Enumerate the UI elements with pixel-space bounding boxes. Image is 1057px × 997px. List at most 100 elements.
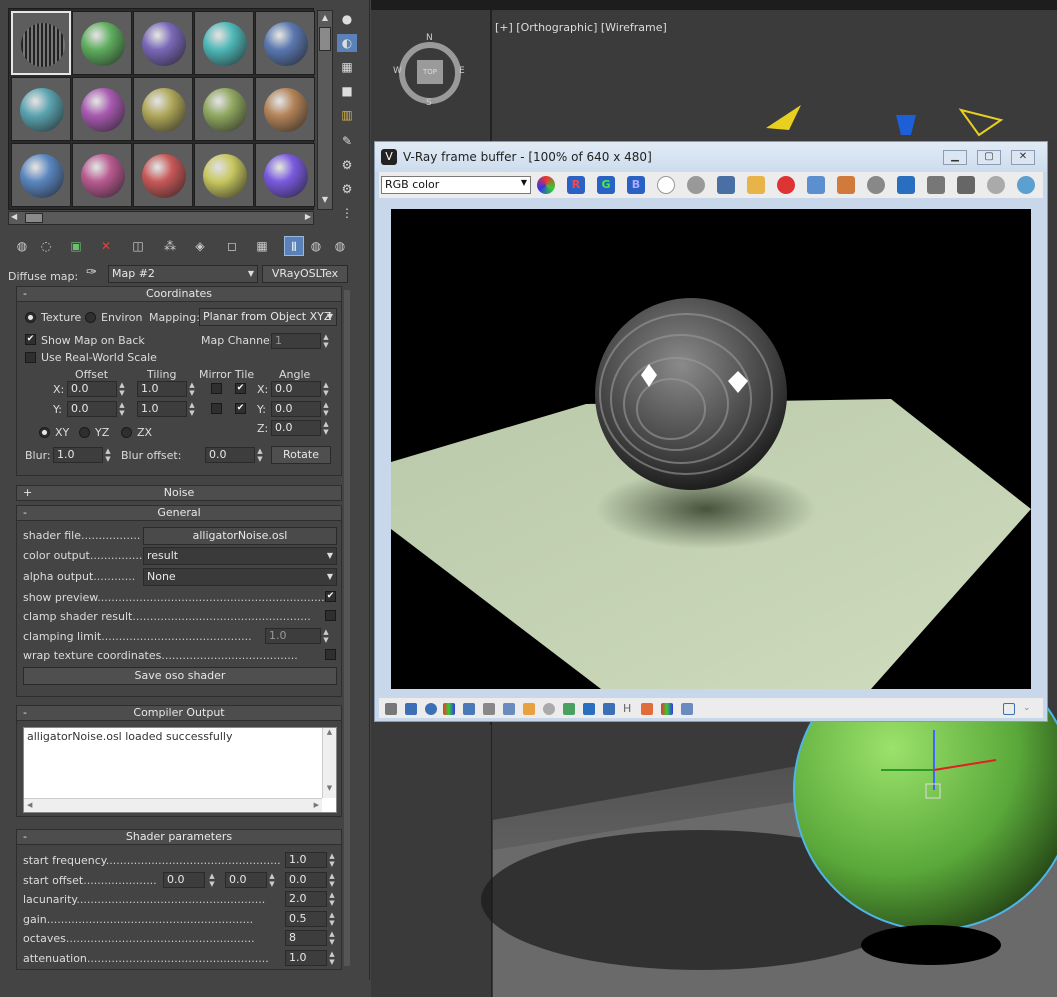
put-to-scene-icon[interactable]: ◌ xyxy=(36,236,56,256)
go-forward-sibling-icon[interactable]: ◍ xyxy=(330,236,350,256)
reset-map-icon[interactable]: ✕ xyxy=(96,236,116,256)
mapping-select[interactable]: Planar from Object XYZ xyxy=(199,308,337,326)
start-offset-2-spinner[interactable]: 0.0 xyxy=(225,872,267,888)
clamp-shader-result-checkbox[interactable] xyxy=(325,610,336,621)
map-type-button[interactable]: VRayOSLTex xyxy=(262,265,348,283)
blur-arrows[interactable]: ▲ ▼ xyxy=(103,447,113,463)
offset-y-arrows[interactable]: ▲ ▼ xyxy=(117,401,127,417)
blur-spinner[interactable]: 1.0 xyxy=(53,447,103,463)
sample-type-icon[interactable]: ● xyxy=(337,10,357,28)
material-id-channel-icon[interactable]: ◻ xyxy=(222,236,242,256)
histogram-icon[interactable] xyxy=(503,703,515,715)
make-preview-icon[interactable]: ✎ xyxy=(337,132,357,150)
material-slot[interactable] xyxy=(194,77,254,141)
video-color-check-icon[interactable]: ▥ xyxy=(337,106,357,124)
offset-x-spinner[interactable]: 0.0 xyxy=(67,381,117,397)
offset-y-spinner[interactable]: 0.0 xyxy=(67,401,117,417)
angle-x-arrows[interactable]: ▲ ▼ xyxy=(321,381,331,397)
options-icon[interactable]: ⚙ xyxy=(337,156,357,174)
tiling-y-arrows[interactable]: ▲ ▼ xyxy=(187,401,197,417)
mirror-x-checkbox[interactable] xyxy=(211,383,222,394)
show-shaded-icon[interactable]: ▦ xyxy=(252,236,272,256)
display-correction-icon[interactable] xyxy=(405,703,417,715)
material-slot[interactable] xyxy=(255,77,315,141)
maximize-button[interactable]: ▢ xyxy=(977,150,1001,165)
make-unique-icon[interactable]: ◫ xyxy=(128,236,148,256)
map-channel-spinner[interactable]: 1 xyxy=(271,333,321,349)
start-offset-2-arrows[interactable]: ▲ ▼ xyxy=(267,872,277,888)
material-slot[interactable] xyxy=(72,11,132,75)
environ-radio[interactable] xyxy=(85,312,96,323)
gain-arrows[interactable]: ▲ ▼ xyxy=(327,911,337,927)
assign-to-selection-icon[interactable]: ▣ xyxy=(66,236,86,256)
stop-render-icon[interactable] xyxy=(987,176,1005,194)
minimize-button[interactable]: ▁ xyxy=(943,150,967,165)
color-channels-icon[interactable] xyxy=(537,176,555,194)
mono-icon[interactable] xyxy=(687,176,705,194)
yz-radio[interactable] xyxy=(79,427,90,438)
compiler-output-textarea[interactable]: alligatorNoise.osl loaded successfully ▲… xyxy=(23,727,337,813)
gain-spinner[interactable]: 0.5 xyxy=(285,911,327,927)
tiling-x-spinner[interactable]: 1.0 xyxy=(137,381,187,397)
map-name-field[interactable]: Map #2 xyxy=(108,265,258,283)
eyedropper-icon[interactable]: ✑ xyxy=(86,265,97,280)
region-render-icon[interactable] xyxy=(927,176,945,194)
levels-icon[interactable] xyxy=(443,703,455,715)
save-image-icon[interactable] xyxy=(717,176,735,194)
alpha-white-icon[interactable] xyxy=(657,176,675,194)
pixel-aspect-icon[interactable] xyxy=(583,703,595,715)
channel-select[interactable]: RGB color ▼ xyxy=(381,176,531,194)
material-slot[interactable] xyxy=(255,11,315,75)
lens-effects-icon[interactable] xyxy=(681,703,693,715)
material-slot[interactable] xyxy=(194,143,254,207)
rotate-button[interactable]: Rotate xyxy=(271,446,331,464)
start-offset-3-spinner[interactable]: 0.0 xyxy=(285,872,327,888)
material-slot[interactable] xyxy=(11,143,71,207)
viewcube-compass[interactable]: TOP N S E W xyxy=(393,33,465,108)
general-rollout-header[interactable]: - General xyxy=(16,505,342,521)
expand-panel-icon[interactable] xyxy=(1003,703,1015,715)
angle-y-spinner[interactable]: 0.0 xyxy=(271,401,321,417)
collapse-chevron-icon[interactable]: ⌄ xyxy=(1023,703,1035,715)
tile-y-checkbox[interactable]: ✔ xyxy=(235,403,246,414)
alpha-output-select[interactable]: None xyxy=(143,568,337,586)
show-preview-checkbox[interactable]: ✔ xyxy=(325,591,336,602)
track-mouse-icon[interactable] xyxy=(837,176,855,194)
start-frequency-arrows[interactable]: ▲ ▼ xyxy=(327,852,337,868)
octaves-arrows[interactable]: ▲ ▼ xyxy=(327,930,337,946)
material-slot[interactable] xyxy=(72,77,132,141)
material-slot[interactable] xyxy=(133,143,193,207)
teapot-render-icon[interactable] xyxy=(867,176,885,194)
backlight-icon[interactable]: ◐ xyxy=(337,34,357,52)
shader-parameters-rollout-header[interactable]: - Shader parameters xyxy=(16,829,342,845)
material-slot[interactable] xyxy=(133,11,193,75)
material-map-navigator-icon[interactable]: ⋮ xyxy=(337,204,357,222)
ocio-icon[interactable] xyxy=(543,703,555,715)
start-offset-1-arrows[interactable]: ▲ ▼ xyxy=(207,872,217,888)
clamping-limit-arrows[interactable]: ▲ ▼ xyxy=(321,628,331,644)
hsl-icon[interactable] xyxy=(463,703,475,715)
clamping-limit-spinner[interactable]: 1.0 xyxy=(265,628,321,644)
background-checker-icon[interactable]: ▦ xyxy=(337,58,357,76)
v-flip-icon[interactable] xyxy=(641,703,653,715)
start-offset-3-arrows[interactable]: ▲ ▼ xyxy=(327,872,337,888)
texture-radio[interactable] xyxy=(25,312,36,323)
copy-material-icon[interactable]: ⁂ xyxy=(160,236,180,256)
history-icon[interactable] xyxy=(385,703,397,715)
color-correction-icon[interactable] xyxy=(957,176,975,194)
blur-offset-arrows[interactable]: ▲ ▼ xyxy=(255,447,265,463)
show-map-on-back-checkbox[interactable]: ✔ xyxy=(25,334,36,345)
start-frequency-spinner[interactable]: 1.0 xyxy=(285,852,327,868)
show-end-result-icon[interactable]: ⫴ xyxy=(284,236,304,256)
angle-z-spinner[interactable]: 0.0 xyxy=(271,420,321,436)
duplicate-to-mfb-icon[interactable] xyxy=(807,176,825,194)
start-offset-1-spinner[interactable]: 0.0 xyxy=(163,872,205,888)
slots-vertical-scrollbar[interactable]: ▲ ▼ xyxy=(317,10,333,210)
angle-y-arrows[interactable]: ▲ ▼ xyxy=(321,401,331,417)
map-channel-spinner-arrows[interactable]: ▲ ▼ xyxy=(321,333,331,349)
shader-file-field[interactable]: alligatorNoise.osl xyxy=(143,527,337,545)
use-real-world-scale-checkbox[interactable] xyxy=(25,352,36,363)
blue-channel-button[interactable]: B xyxy=(627,176,645,194)
render-teapot-icon[interactable] xyxy=(1017,176,1035,194)
offset-x-arrows[interactable]: ▲ ▼ xyxy=(117,381,127,397)
